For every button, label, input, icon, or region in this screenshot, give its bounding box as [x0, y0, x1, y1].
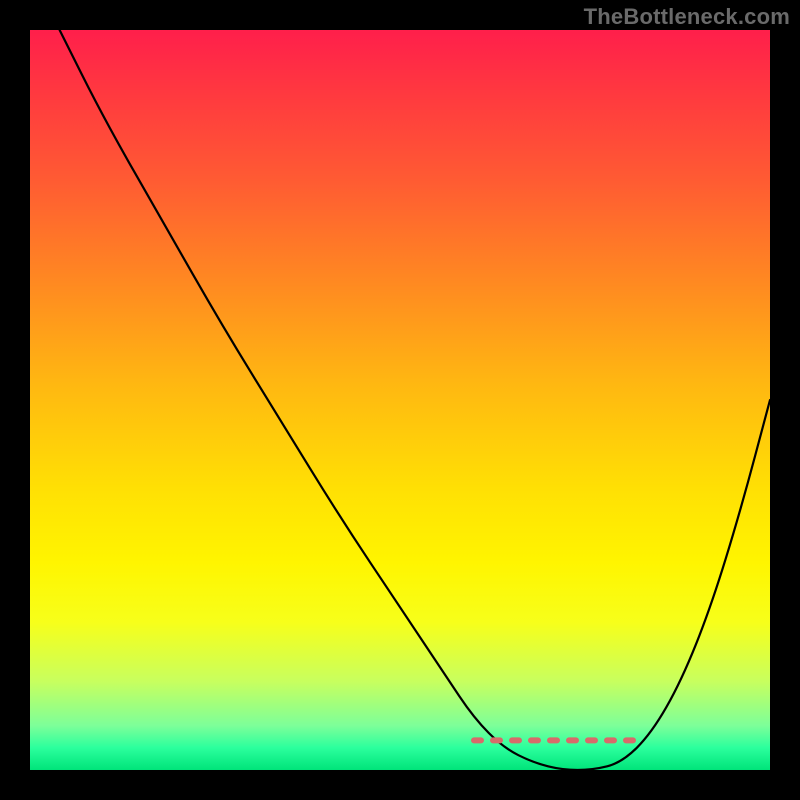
chart-frame: TheBottleneck.com: [0, 0, 800, 800]
plot-area: [30, 30, 770, 770]
watermark-text: TheBottleneck.com: [584, 4, 790, 30]
chart-svg: [30, 30, 770, 770]
bottleneck-curve: [60, 30, 770, 770]
